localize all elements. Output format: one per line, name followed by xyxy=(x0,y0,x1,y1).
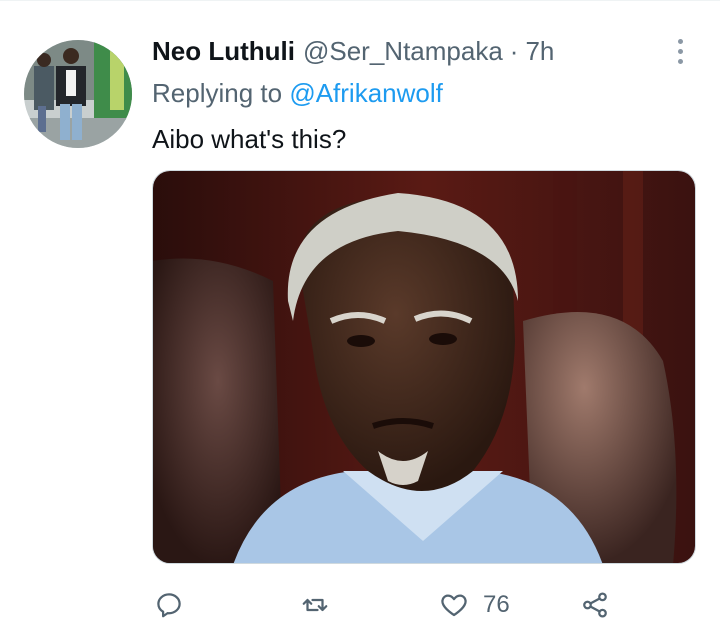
replying-to-user-link[interactable]: @Afrikanwolf xyxy=(289,78,443,108)
tweet-text: Aibo what's this? xyxy=(152,124,347,154)
replying-to-label: Replying to xyxy=(152,78,283,108)
retweet-icon xyxy=(302,598,328,612)
reply-icon xyxy=(157,593,181,618)
display-name[interactable]: Neo Luthuli xyxy=(152,36,295,67)
replying-to: Replying to @Afrikanwolf xyxy=(152,76,443,110)
reply-button[interactable] xyxy=(154,585,184,625)
timestamp[interactable]: 7h xyxy=(525,36,554,67)
tweet-actions: 76 xyxy=(152,585,696,625)
avatar[interactable] xyxy=(24,40,132,148)
user-handle[interactable]: @Ser_Ntampaka xyxy=(303,36,503,67)
share-button[interactable] xyxy=(580,585,610,625)
like-count: 76 xyxy=(483,591,510,618)
retweet-button[interactable] xyxy=(300,585,330,625)
like-button[interactable]: 76 xyxy=(439,585,510,625)
more-icon xyxy=(677,38,683,44)
heart-icon xyxy=(441,594,467,617)
more-options-button[interactable] xyxy=(664,34,696,68)
separator-dot: · xyxy=(509,35,519,66)
tweet-image[interactable] xyxy=(152,170,696,564)
share-icon xyxy=(583,592,607,618)
top-divider xyxy=(0,0,720,1)
tweet-header: Neo Luthuli @Ser_Ntampaka · 7h xyxy=(152,34,554,68)
